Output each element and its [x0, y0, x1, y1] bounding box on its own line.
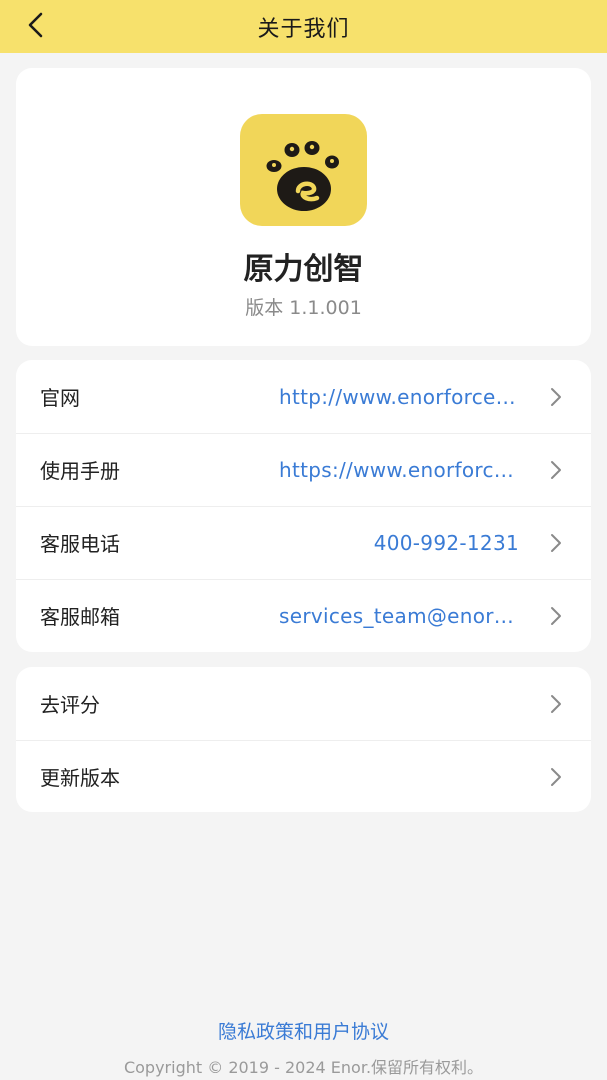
contact-links-card: 官网 http://www.enorforce.com 使用手册 https:/… [16, 360, 591, 652]
chevron-right-icon [551, 606, 561, 625]
email-link[interactable]: services_team@enorforce.com [279, 604, 519, 628]
row-label: 使用手册 [40, 459, 120, 483]
page-title: 关于我们 [257, 16, 350, 42]
row-label: 官网 [40, 386, 80, 410]
back-button[interactable] [14, 3, 58, 47]
actions-card: 去评分 更新版本 [16, 667, 591, 812]
app-info-card: 原力创智 版本 1.1.001 [16, 68, 591, 346]
row-label: 客服电话 [40, 532, 120, 556]
row-label: 客服邮箱 [40, 605, 120, 629]
chevron-right-icon [551, 694, 561, 713]
row-label: 去评分 [40, 693, 100, 717]
top-navbar: 关于我们 [0, 0, 607, 53]
phone-link[interactable]: 400-992-1231 [374, 531, 519, 555]
back-arrow-icon [28, 12, 43, 38]
manual-link[interactable]: https://www.enorforce.com [279, 458, 519, 482]
app-logo [240, 114, 367, 226]
rate-app-row[interactable]: 去评分 [16, 667, 591, 740]
manual-row[interactable]: 使用手册 https://www.enorforce.com [16, 433, 591, 506]
app-name: 原力创智 [243, 252, 364, 287]
about-page: 关于我们 原力创智 版本 1.1.001 官网 http://www.enorf… [0, 0, 607, 1080]
chevron-right-icon [551, 460, 561, 479]
phone-row[interactable]: 客服电话 400-992-1231 [16, 506, 591, 579]
website-link[interactable]: http://www.enorforce.com [279, 385, 519, 409]
chevron-right-icon [551, 387, 561, 406]
website-row[interactable]: 官网 http://www.enorforce.com [16, 360, 591, 433]
paw-logo-icon [266, 141, 339, 211]
chevron-right-icon [551, 767, 561, 786]
chevron-right-icon [551, 533, 561, 552]
app-version: 版本 1.1.001 [245, 297, 362, 319]
copyright-text: Copyright © 2019 - 2024 Enor.保留所有权利。 [123, 1058, 484, 1077]
email-row[interactable]: 客服邮箱 services_team@enorforce.com [16, 579, 591, 652]
row-label: 更新版本 [40, 766, 120, 790]
privacy-policy-link[interactable]: 隐私政策和用户协议 [0, 1017, 607, 1044]
update-version-row[interactable]: 更新版本 [16, 740, 591, 812]
